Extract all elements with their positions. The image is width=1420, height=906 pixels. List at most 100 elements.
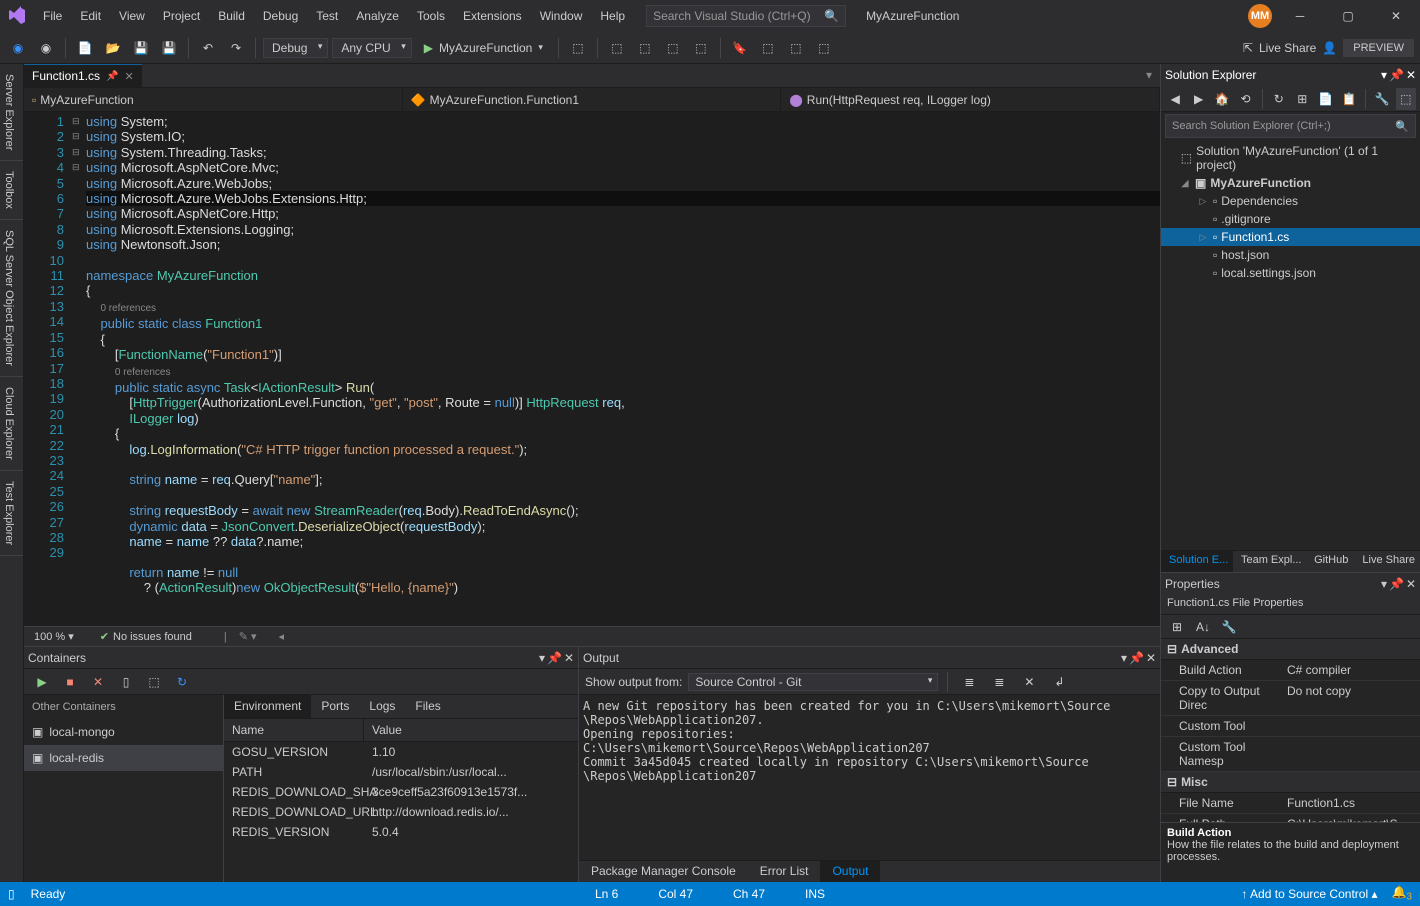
container-tab[interactable]: Logs [359, 695, 405, 718]
side-tab[interactable]: Cloud Explorer [0, 377, 23, 471]
menu-view[interactable]: View [110, 3, 154, 29]
se-preview-icon[interactable]: ⬚ [1396, 88, 1416, 110]
live-share-button[interactable]: Live Share [1259, 41, 1316, 55]
close-tab-icon[interactable]: ✕ [125, 70, 134, 83]
se-fwd-icon[interactable]: ▶ [1188, 88, 1208, 110]
menu-analyze[interactable]: Analyze [347, 3, 408, 29]
attach-icon[interactable]: ⬚ [142, 671, 166, 693]
redo-icon[interactable]: ↷ [224, 37, 248, 59]
file-tab[interactable]: Function1.cs 📌 ✕ [24, 64, 142, 87]
env-row[interactable]: GOSU_VERSION1.10 [224, 742, 578, 762]
nav-back-icon[interactable]: ◉ [6, 37, 30, 59]
props-cat-icon[interactable]: ⊞ [1165, 616, 1189, 638]
menu-test[interactable]: Test [307, 3, 347, 29]
tree-node[interactable]: ▷▫Dependencies [1161, 192, 1420, 210]
side-tab[interactable]: Toolbox [0, 161, 23, 220]
stop-container-icon[interactable]: ■ [58, 671, 82, 693]
props-row[interactable]: Copy to Output DirecDo not copy [1161, 681, 1420, 716]
tool-icon-1[interactable]: ⬚ [566, 37, 590, 59]
container-tab[interactable]: Ports [311, 695, 359, 718]
container-item[interactable]: ▣local-redis [24, 745, 223, 771]
env-row[interactable]: REDIS_VERSION5.0.4 [224, 822, 578, 842]
se-tab[interactable]: Solution E... [1161, 551, 1233, 572]
feedback-icon[interactable]: 👤 [1322, 41, 1337, 55]
save-icon[interactable]: 💾 [129, 37, 153, 59]
pin-icon[interactable]: 📌 [547, 651, 562, 665]
source-control-button[interactable]: ↑ Add to Source Control ▴ [1241, 887, 1377, 901]
output-tab[interactable]: Error List [748, 861, 821, 882]
tool-icon-8[interactable]: ⬚ [812, 37, 836, 59]
props-wrench-icon[interactable]: 🔧 [1217, 616, 1241, 638]
close-button[interactable]: ✕ [1376, 2, 1416, 30]
props-row[interactable]: Full PathC:\Users\mikemort\Sourc [1161, 814, 1420, 822]
status-line[interactable]: Ln 6 [595, 887, 618, 901]
menu-build[interactable]: Build [209, 3, 254, 29]
env-row[interactable]: PATH/usr/local/sbin:/usr/local... [224, 762, 578, 782]
solution-node[interactable]: ⬚Solution 'MyAzureFunction' (1 of 1 proj… [1161, 142, 1420, 174]
caret-tools-icon[interactable]: ✎ ▾ [239, 630, 257, 643]
output-source-combo[interactable]: Source Control - Git [688, 673, 938, 691]
menu-window[interactable]: Window [531, 3, 592, 29]
output-wrap-icon[interactable]: ↲ [1047, 671, 1071, 693]
container-item[interactable]: ▣local-mongo [24, 719, 223, 745]
open-icon[interactable]: 📂 [101, 37, 125, 59]
issues-indicator[interactable]: ✔No issues found [100, 630, 192, 643]
se-sync-icon[interactable]: ⟲ [1235, 88, 1255, 110]
bookmark-icon[interactable]: 🔖 [728, 37, 752, 59]
tool-icon-3[interactable]: ⬚ [633, 37, 657, 59]
tree-node[interactable]: ▫host.json [1161, 246, 1420, 264]
menu-help[interactable]: Help [591, 3, 634, 29]
window-menu-icon[interactable]: ▾ [539, 651, 545, 665]
title-search[interactable]: Search Visual Studio (Ctrl+Q) 🔍 [646, 5, 846, 27]
nav-member[interactable]: ⬤Run(HttpRequest req, ILogger log) [781, 88, 1160, 111]
output-tab[interactable]: Package Manager Console [579, 861, 748, 882]
refresh-icon[interactable]: ↻ [170, 671, 194, 693]
menu-debug[interactable]: Debug [254, 3, 307, 29]
close-icon[interactable]: ✕ [564, 651, 574, 665]
properties-object[interactable]: Function1.cs File Properties [1161, 595, 1420, 615]
se-copy-icon[interactable]: 📋 [1339, 88, 1359, 110]
pin-icon[interactable]: 📌 [1389, 68, 1404, 82]
tree-node[interactable]: ▷▫Function1.cs [1161, 228, 1420, 246]
se-search[interactable]: Search Solution Explorer (Ctrl+;) 🔍 [1165, 114, 1416, 138]
se-props-icon[interactable]: 🔧 [1372, 88, 1392, 110]
se-back-icon[interactable]: ◀ [1165, 88, 1185, 110]
tool-icon-2[interactable]: ⬚ [605, 37, 629, 59]
tool-icon-4[interactable]: ⬚ [661, 37, 685, 59]
props-az-icon[interactable]: A↓ [1191, 616, 1215, 638]
tree-node[interactable]: ▫.gitignore [1161, 210, 1420, 228]
output-clear-icon[interactable]: ✕ [1017, 671, 1041, 693]
close-icon[interactable]: ✕ [1406, 577, 1416, 591]
menu-file[interactable]: File [34, 3, 71, 29]
props-category[interactable]: ⊟Advanced [1161, 639, 1420, 660]
output-action-icon[interactable]: ≣ [957, 671, 981, 693]
start-container-icon[interactable]: ▶ [30, 671, 54, 693]
menu-edit[interactable]: Edit [71, 3, 110, 29]
menu-tools[interactable]: Tools [408, 3, 454, 29]
maximize-button[interactable]: ▢ [1328, 2, 1368, 30]
se-tab[interactable]: Live Share [1354, 551, 1420, 572]
tab-overflow-icon[interactable]: ▾ [1138, 64, 1160, 87]
status-ch[interactable]: Ch 47 [733, 887, 765, 901]
status-ins[interactable]: INS [805, 887, 825, 901]
start-button[interactable]: ▶ MyAzureFunction ▾ [416, 39, 551, 57]
delete-container-icon[interactable]: ✕ [86, 671, 110, 693]
output-action-icon[interactable]: ≣ [987, 671, 1011, 693]
new-item-icon[interactable]: 📄 [73, 37, 97, 59]
project-node[interactable]: ◢▣MyAzureFunction [1161, 174, 1420, 192]
save-all-icon[interactable]: 💾 [157, 37, 181, 59]
se-showall-icon[interactable]: 📄 [1315, 88, 1335, 110]
avatar[interactable]: MM [1248, 4, 1272, 28]
window-menu-icon[interactable]: ▾ [1381, 577, 1387, 591]
nav-namespace[interactable]: ▫MyAzureFunction [24, 88, 403, 111]
minimize-button[interactable]: ─ [1280, 2, 1320, 30]
status-col[interactable]: Col 47 [658, 887, 693, 901]
tree-node[interactable]: ▫local.settings.json [1161, 264, 1420, 282]
tool-icon-5[interactable]: ⬚ [689, 37, 713, 59]
menu-extensions[interactable]: Extensions [454, 3, 531, 29]
props-row[interactable]: Custom Tool [1161, 716, 1420, 737]
props-category[interactable]: ⊟Misc [1161, 772, 1420, 793]
pin-icon[interactable]: 📌 [1129, 651, 1144, 665]
close-icon[interactable]: ✕ [1406, 68, 1416, 82]
se-refresh-icon[interactable]: ↻ [1269, 88, 1289, 110]
